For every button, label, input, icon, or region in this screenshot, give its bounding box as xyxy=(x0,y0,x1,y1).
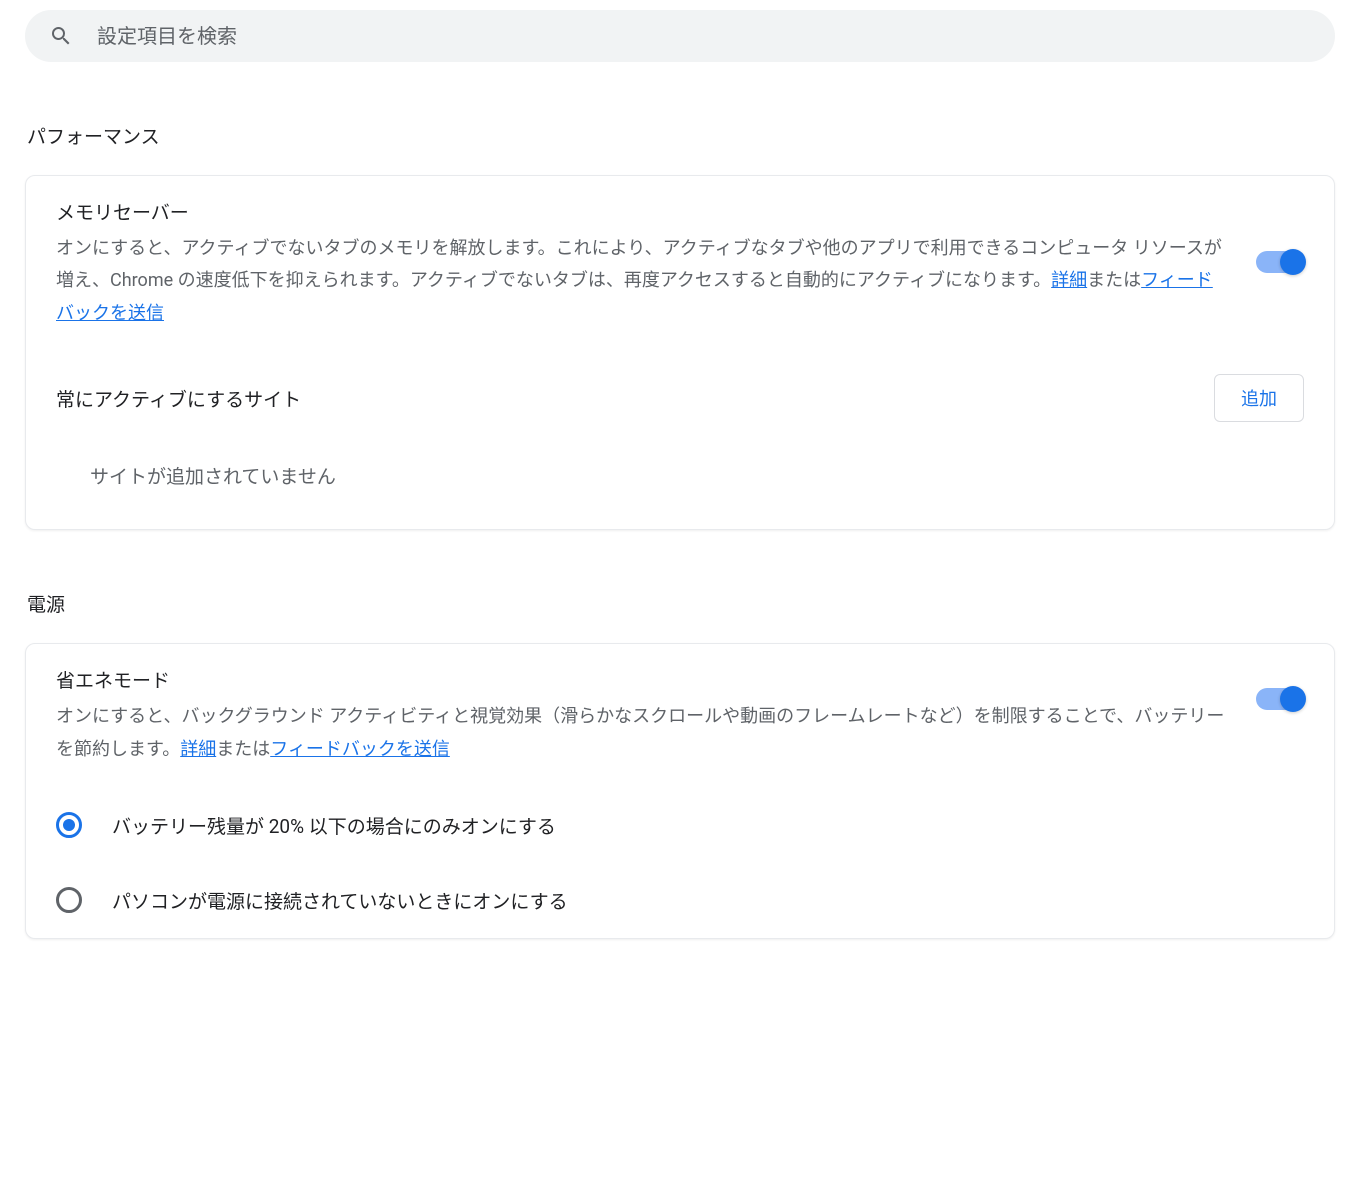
radio-option-unplugged[interactable]: パソコンが電源に接続されていないときにオンにする xyxy=(26,863,1334,938)
radio-label-battery-low: バッテリー残量が 20% 以下の場合にのみオンにする xyxy=(112,812,556,839)
energy-saver-or-text: または xyxy=(216,739,270,760)
add-site-button[interactable]: 追加 xyxy=(1214,374,1304,422)
search-icon xyxy=(49,24,73,48)
energy-saver-toggle[interactable] xyxy=(1256,688,1304,710)
memory-saver-desc: オンにすると、アクティブでないタブのメモリを解放します。これにより、アクティブな… xyxy=(56,233,1226,330)
energy-saver-detail-link[interactable]: 詳細 xyxy=(180,739,216,760)
toggle-knob xyxy=(1280,249,1306,275)
energy-saver-desc: オンにすると、バックグラウンド アクティビティと視覚効果（滑らかなスクロールや動… xyxy=(56,701,1226,766)
toggle-knob xyxy=(1280,686,1306,712)
power-section-title: 電源 xyxy=(25,590,1335,617)
energy-saver-row: 省エネモード オンにすると、バックグラウンド アクティビティと視覚効果（滑らかな… xyxy=(26,644,1334,788)
performance-card: メモリセーバー オンにすると、アクティブでないタブのメモリを解放します。これによ… xyxy=(25,175,1335,530)
performance-section-title: パフォーマンス xyxy=(25,122,1335,149)
radio-option-battery-low[interactable]: バッテリー残量が 20% 以下の場合にのみオンにする xyxy=(26,788,1334,863)
energy-saver-heading: 省エネモード xyxy=(56,666,1226,693)
radio-label-unplugged: パソコンが電源に接続されていないときにオンにする xyxy=(112,887,568,914)
memory-saver-toggle[interactable] xyxy=(1256,251,1304,273)
search-bar[interactable] xyxy=(25,10,1335,62)
memory-saver-or-text: または xyxy=(1087,270,1141,291)
power-card: 省エネモード オンにすると、バックグラウンド アクティビティと視覚効果（滑らかな… xyxy=(25,643,1335,939)
radio-selected-icon[interactable] xyxy=(56,812,82,838)
memory-saver-detail-link[interactable]: 詳細 xyxy=(1051,270,1087,291)
search-input[interactable] xyxy=(97,24,1311,48)
no-sites-message: サイトが追加されていません xyxy=(26,444,1334,529)
active-sites-row: 常にアクティブにするサイト 追加 xyxy=(26,352,1334,444)
radio-unselected-icon[interactable] xyxy=(56,887,82,913)
memory-saver-text: メモリセーバー オンにすると、アクティブでないタブのメモリを解放します。これによ… xyxy=(56,198,1226,330)
active-sites-label: 常にアクティブにするサイト xyxy=(56,385,301,412)
energy-saver-feedback-link[interactable]: フィードバックを送信 xyxy=(270,739,450,760)
energy-saver-text: 省エネモード オンにすると、バックグラウンド アクティビティと視覚効果（滑らかな… xyxy=(56,666,1226,766)
memory-saver-desc-text: オンにすると、アクティブでないタブのメモリを解放します。これにより、アクティブな… xyxy=(56,238,1222,291)
memory-saver-row: メモリセーバー オンにすると、アクティブでないタブのメモリを解放します。これによ… xyxy=(26,176,1334,352)
memory-saver-heading: メモリセーバー xyxy=(56,198,1226,225)
